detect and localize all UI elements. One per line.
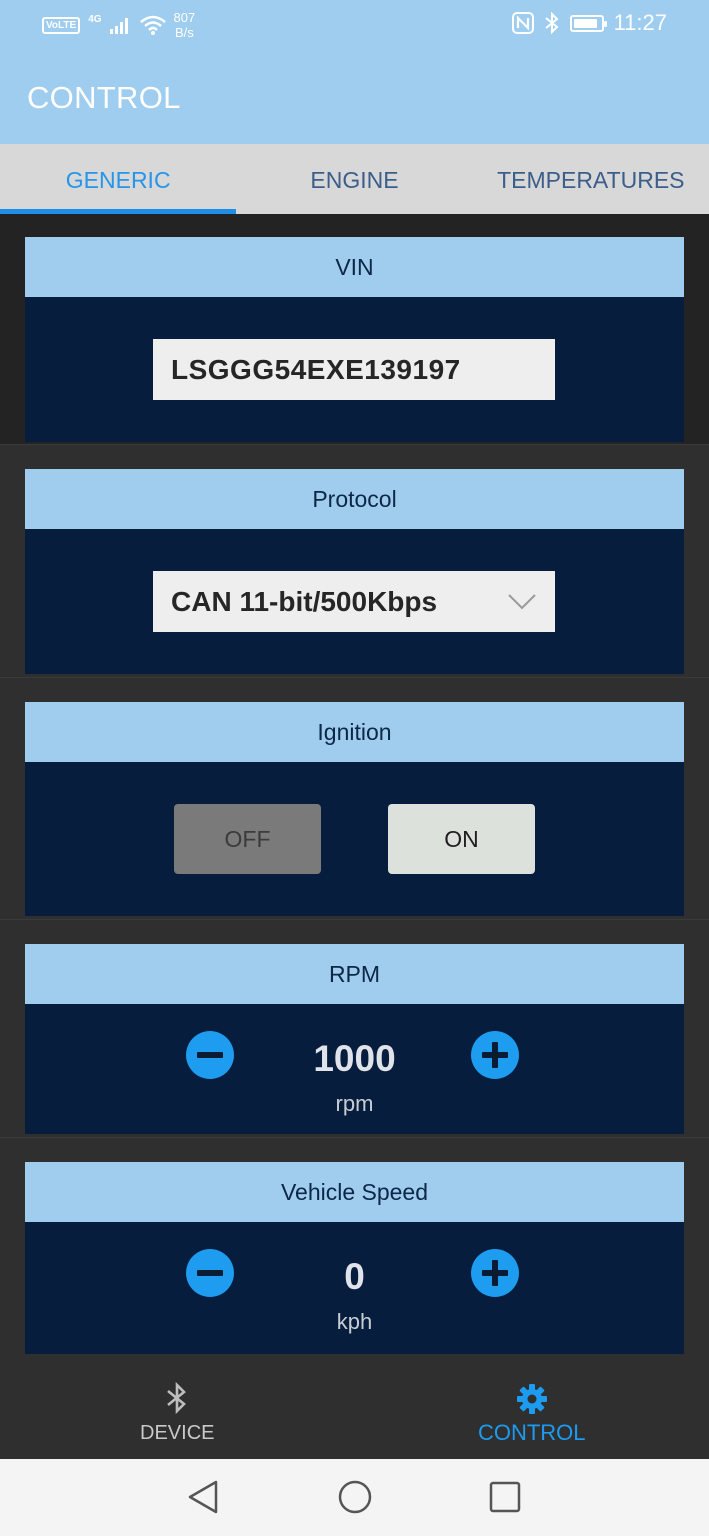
tab-engine[interactable]: ENGINE: [236, 144, 472, 214]
rpm-unit: rpm: [335, 1091, 374, 1116]
app-bar: CONTROL: [0, 52, 709, 144]
network-speed: 807 B/s: [173, 10, 196, 40]
page-title: CONTROL: [27, 80, 181, 115]
nav-device-label: DEVICE: [140, 1422, 215, 1444]
rpm-card: RPM 1000 rpm: [25, 944, 684, 1134]
nfc-icon: [511, 12, 534, 34]
chevron-down-icon: [508, 594, 536, 610]
vin-card: VIN LSGGG54EXE139197: [25, 237, 684, 442]
protocol-selected-value: CAN 11-bit/500Kbps: [171, 586, 438, 617]
volte-icon: VoLTE: [42, 16, 81, 34]
ignition-on-button[interactable]: ON: [388, 804, 535, 874]
protocol-header: Protocol: [25, 469, 684, 529]
system-nav-bar: [0, 1459, 709, 1536]
protocol-section: Protocol CAN 11-bit/500Kbps: [0, 445, 709, 678]
status-bar: VoLTE 4G 807 B/s 11:27: [0, 0, 709, 52]
nav-device[interactable]: DEVICE: [0, 1364, 355, 1459]
wifi-icon: [139, 15, 166, 35]
vin-header: VIN: [25, 237, 684, 297]
rpm-header: RPM: [25, 944, 684, 1004]
speed-value: 0: [344, 1256, 365, 1297]
rpm-section: RPM 1000 rpm: [0, 920, 709, 1138]
signal-icon: [109, 18, 128, 34]
protocol-select[interactable]: CAN 11-bit/500Kbps: [153, 571, 555, 632]
rpm-increase-button[interactable]: [471, 1031, 519, 1079]
bottom-nav: DEVICE CONTROL: [0, 1364, 709, 1459]
ignition-card: Ignition OFF ON: [25, 702, 684, 916]
tab-generic[interactable]: GENERIC: [0, 144, 237, 214]
speed-section: Vehicle Speed 0 kph: [0, 1138, 709, 1364]
rpm-value: 1000: [313, 1038, 396, 1079]
protocol-card: Protocol CAN 11-bit/500Kbps: [25, 469, 684, 674]
vin-field[interactable]: LSGGG54EXE139197: [153, 339, 555, 400]
speed-unit: kph: [336, 1309, 373, 1334]
content-scroll[interactable]: VIN LSGGG54EXE139197 Protocol CAN 11-bit…: [0, 214, 709, 1364]
recents-icon[interactable]: [488, 1479, 522, 1515]
tab-temperatures[interactable]: TEMPERATURES: [473, 144, 709, 214]
back-icon[interactable]: [186, 1479, 220, 1515]
tab-bar: GENERIC ENGINE TEMPERATURES: [0, 144, 709, 214]
home-icon[interactable]: [337, 1479, 373, 1515]
nav-control[interactable]: CONTROL: [355, 1364, 709, 1459]
battery-icon: [569, 14, 607, 32]
ignition-section: Ignition OFF ON: [0, 678, 709, 920]
speed-increase-button[interactable]: [471, 1249, 519, 1297]
nav-control-label: CONTROL: [477, 1420, 586, 1445]
ignition-off-button[interactable]: OFF: [174, 804, 321, 874]
gear-icon: [516, 1384, 547, 1414]
speed-header: Vehicle Speed: [25, 1162, 684, 1222]
speed-card: Vehicle Speed 0 kph: [25, 1162, 684, 1354]
network-type: 4G: [88, 13, 102, 25]
ignition-header: Ignition: [25, 702, 684, 762]
bluetooth-status-icon: [544, 12, 559, 34]
vin-section: VIN LSGGG54EXE139197: [0, 214, 709, 445]
bluetooth-icon: [167, 1382, 187, 1414]
clock: 11:27: [613, 10, 667, 35]
